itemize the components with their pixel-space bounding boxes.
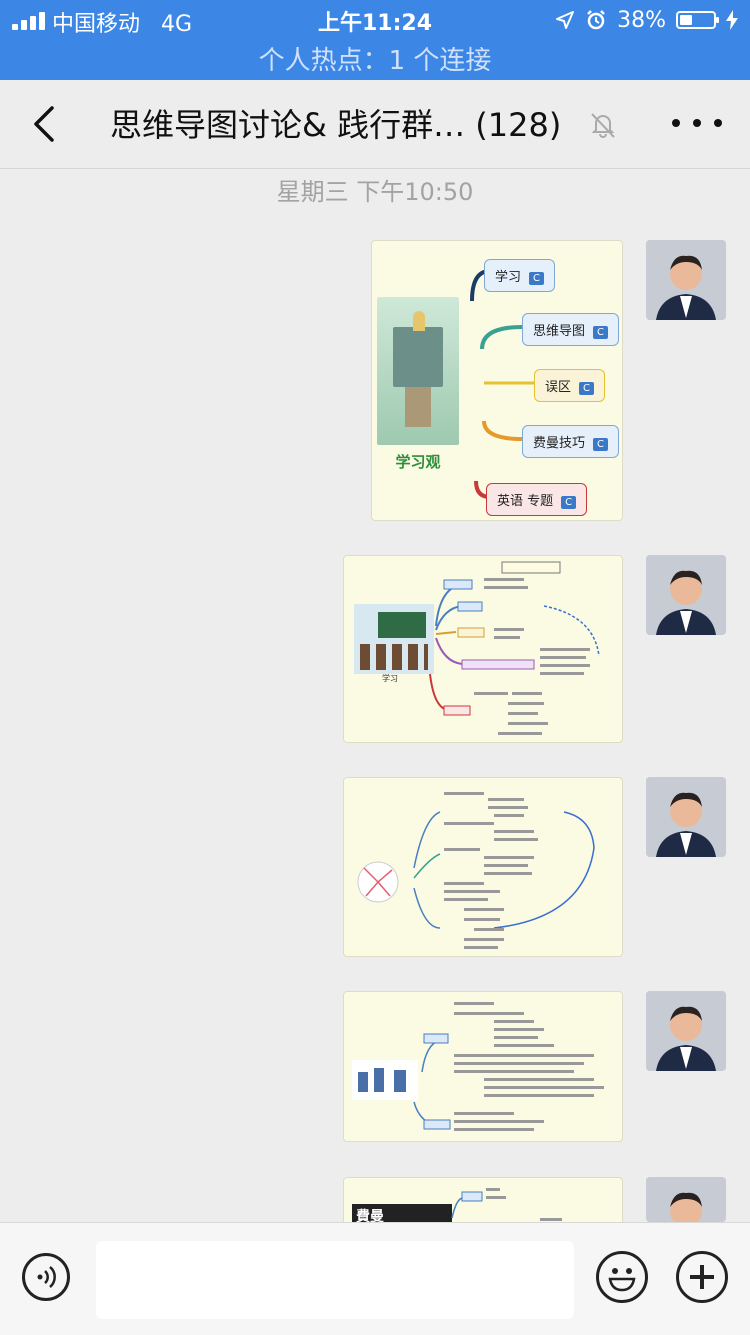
image-message[interactable] [343, 991, 623, 1142]
hotspot-banner[interactable]: 个人热点：1 个连接 [0, 40, 750, 77]
mindmap-node: 思维导图 C [522, 313, 619, 346]
image-message[interactable] [343, 777, 623, 957]
mindmap-connectors [429, 561, 600, 735]
mindmap-node: 学习 C [484, 259, 555, 292]
message-timestamp: 星期三 下午10:50 [276, 178, 474, 206]
emoji-button[interactable] [596, 1251, 648, 1303]
more-options-button[interactable] [672, 108, 722, 138]
more-functions-button[interactable] [676, 1251, 728, 1303]
message-input-bar [0, 1222, 750, 1335]
mindmap-node: 英语 专题 C [486, 483, 588, 516]
battery-icon [676, 11, 719, 29]
chat-header: 思维导图讨论& 践行群… (128) [0, 80, 750, 169]
status-bar: 中国移动 4G 上午11:24 38% 个人热点：1 个连接 [0, 0, 750, 80]
image-message[interactable]: 学习观 学习 C 思维导图 C 误区 C 费曼技巧 C 英语 专题 C [371, 240, 623, 521]
avatar[interactable] [646, 240, 726, 320]
user-photo-icon [646, 777, 726, 857]
avatar[interactable] [646, 777, 726, 857]
dot-icon [693, 119, 701, 127]
alarm-icon [587, 10, 605, 30]
location-icon [556, 11, 575, 29]
voice-input-button[interactable] [22, 1253, 70, 1301]
avatar[interactable] [646, 991, 726, 1071]
user-photo-icon [646, 240, 726, 320]
mute-bell-icon [591, 113, 615, 138]
user-photo-icon [646, 991, 726, 1071]
image-message[interactable]: 学习 [343, 555, 623, 743]
mindmap-node: 误区 C [534, 369, 605, 402]
chat-title: 思维导图讨论& 践行群… (128) [110, 106, 562, 144]
voice-icon [37, 1266, 56, 1288]
battery-percent: 38% [617, 7, 666, 33]
message-text-input[interactable] [96, 1241, 574, 1319]
avatar[interactable] [646, 555, 726, 635]
mindmap-thumbnail [357, 792, 595, 949]
back-button[interactable] [26, 102, 66, 146]
mindmap-thumbnail [352, 1002, 604, 1131]
charging-icon [726, 10, 738, 30]
mindmap-node: 费曼技巧 C [522, 425, 619, 458]
user-photo-icon [646, 555, 726, 635]
user-photo-icon [646, 1177, 726, 1222]
dot-icon [714, 119, 722, 127]
avatar[interactable] [646, 1177, 726, 1222]
emoji-icon [608, 1268, 636, 1292]
dot-icon [672, 119, 680, 127]
